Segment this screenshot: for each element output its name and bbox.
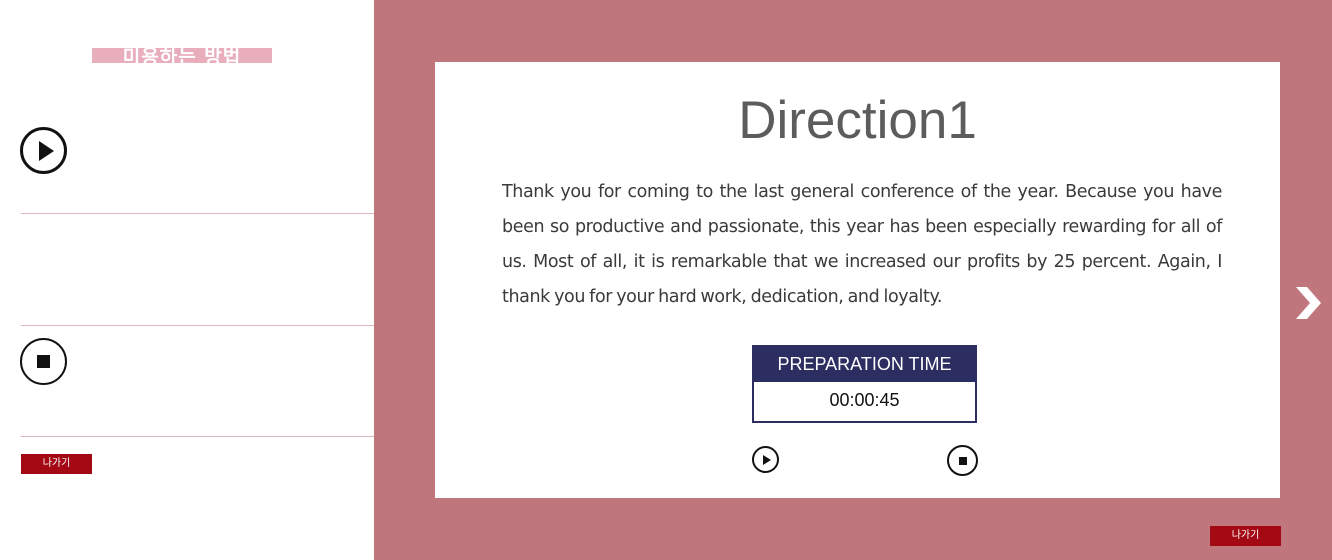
- preparation-timer: PREPARATION TIME 00:00:45: [752, 345, 977, 423]
- left-panel: 미용하는 방법 나가기: [0, 0, 374, 560]
- stop-icon: [37, 355, 50, 368]
- divider: [21, 325, 374, 326]
- timer-label: PREPARATION TIME: [754, 347, 975, 382]
- stop-icon: [958, 456, 967, 465]
- direction-title: Direction1: [738, 91, 977, 150]
- sidebar-play-button[interactable]: [20, 127, 67, 174]
- play-icon: [39, 141, 54, 161]
- sidebar-title-bar: 미용하는 방법: [92, 48, 272, 63]
- divider: [21, 213, 374, 214]
- play-icon: [763, 454, 771, 465]
- exit-button[interactable]: 나가기: [1210, 526, 1281, 546]
- direction-card: Direction1 Thank you for coming to the l…: [435, 62, 1280, 498]
- chevron-right-icon: [1296, 287, 1321, 319]
- timer-value: 00:00:45: [829, 390, 900, 410]
- sidebar-title: 미용하는 방법: [122, 48, 242, 63]
- audio-stop-button[interactable]: [947, 445, 978, 476]
- divider: [21, 436, 374, 437]
- sidebar-exit-button[interactable]: 나가기: [21, 454, 92, 474]
- main-area: Direction1 Thank you for coming to the l…: [374, 0, 1332, 560]
- next-button[interactable]: [1294, 285, 1324, 321]
- sidebar-stop-button[interactable]: [20, 338, 67, 385]
- direction-text: Thank you for coming to the last general…: [502, 182, 1222, 307]
- audio-play-button[interactable]: [752, 446, 779, 473]
